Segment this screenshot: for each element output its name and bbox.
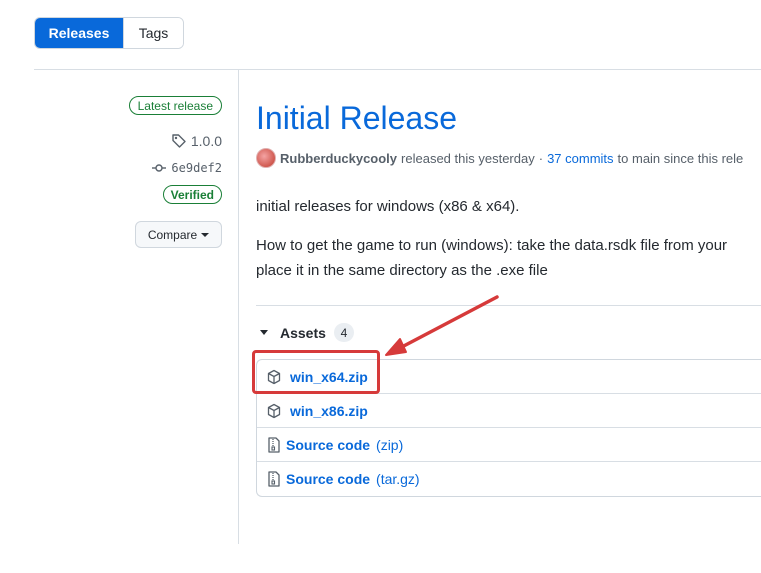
tab-tags[interactable]: Tags	[123, 18, 183, 48]
byline-separator: ·	[538, 150, 544, 166]
avatar[interactable]	[256, 148, 276, 168]
annotation-highlight-box	[252, 350, 380, 394]
caret-down-icon	[201, 232, 210, 237]
asset-ext: (zip)	[376, 436, 404, 453]
paragraph-2-line-1: How to get the game to run (windows): ta…	[256, 237, 728, 254]
tab-releases[interactable]: Releases	[35, 18, 123, 48]
package-icon	[266, 403, 282, 419]
byline-after-commits: to main since this rele	[617, 150, 744, 166]
tag-link[interactable]: 1.0.0	[171, 133, 222, 149]
release-notes-paragraph-2: How to get the game to run (windows): ta…	[256, 233, 727, 283]
release-title[interactable]: Initial Release	[256, 100, 457, 137]
triangle-down-icon	[260, 330, 268, 335]
asset-source-targz[interactable]: Source code (tar.gz)	[257, 462, 761, 496]
author-link[interactable]: Rubberduckycooly	[280, 151, 397, 166]
assets-label: Assets	[280, 324, 326, 341]
assets-count: 4	[333, 323, 354, 342]
commit-sha: 6e9def2	[171, 161, 222, 175]
release-tabs: Releases Tags	[34, 17, 184, 49]
compare-label: Compare	[147, 227, 198, 242]
tag-icon	[171, 133, 187, 149]
timeline-line	[238, 69, 239, 544]
byline-text: released this yesterday	[401, 150, 535, 166]
assets-toggle[interactable]: Assets 4	[260, 323, 354, 342]
asset-name[interactable]: Source code	[286, 471, 370, 487]
asset-name[interactable]: win_x86.zip	[290, 403, 368, 419]
paragraph-2-line-2: place it in the same directory as the .e…	[256, 262, 548, 279]
asset-source-zip[interactable]: Source code (zip)	[257, 428, 761, 462]
asset-name[interactable]: Source code	[286, 437, 370, 453]
git-commit-icon	[151, 160, 167, 176]
commits-link[interactable]: 37 commits	[547, 151, 613, 166]
release-byline: Rubberduckycooly released this yesterday…	[256, 148, 743, 168]
verified-badge[interactable]: Verified	[162, 185, 222, 204]
latest-release-badge: Latest release	[128, 96, 222, 115]
asset-ext: (tar.gz)	[376, 471, 420, 487]
release-notes-paragraph-1: initial releases for windows (x86 & x64)…	[256, 198, 520, 215]
tag-label: 1.0.0	[190, 133, 222, 149]
file-zip-icon	[268, 471, 280, 487]
compare-button[interactable]: Compare	[135, 221, 222, 248]
commit-link[interactable]: 6e9def2	[151, 160, 222, 176]
assets-divider	[256, 305, 761, 306]
asset-win-x86[interactable]: win_x86.zip	[257, 394, 761, 428]
top-divider	[34, 69, 761, 70]
file-zip-icon	[268, 436, 280, 453]
